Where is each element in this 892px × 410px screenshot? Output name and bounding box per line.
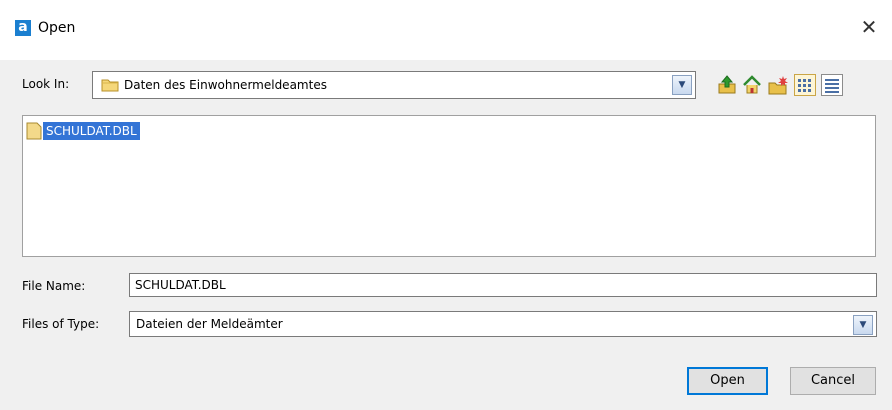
- files-of-type-dropdown[interactable]: Dateien der Meldeämter ▼: [129, 311, 877, 337]
- details-view-icon[interactable]: [821, 74, 843, 96]
- files-of-type-value: Dateien der Meldeämter: [136, 317, 283, 331]
- title-bar: a Open ✕: [0, 0, 892, 60]
- window-title: Open: [38, 20, 76, 36]
- open-button[interactable]: Open: [687, 367, 768, 395]
- up-one-level-icon[interactable]: [716, 74, 738, 96]
- chevron-down-icon[interactable]: ▼: [672, 75, 692, 95]
- file-list[interactable]: SCHULDAT.DBL: [22, 115, 876, 257]
- home-icon[interactable]: [741, 74, 763, 96]
- file-name-input[interactable]: [129, 273, 877, 297]
- files-of-type-label: Files of Type:: [22, 317, 100, 331]
- new-folder-icon[interactable]: [767, 74, 789, 96]
- chevron-down-icon[interactable]: ▼: [853, 315, 873, 335]
- file-name: SCHULDAT.DBL: [43, 122, 140, 140]
- look-in-dropdown[interactable]: Daten des Einwohnermeldeamtes ▼: [92, 71, 696, 99]
- look-in-value: Daten des Einwohnermeldeamtes: [124, 78, 327, 92]
- look-in-label: Look In:: [22, 77, 70, 91]
- file-name-label: File Name:: [22, 279, 86, 293]
- folder-icon: [101, 79, 119, 92]
- app-icon: a: [15, 20, 31, 36]
- list-view-icon[interactable]: [794, 74, 816, 96]
- file-icon: [26, 122, 42, 140]
- close-button[interactable]: ✕: [856, 15, 882, 41]
- cancel-button[interactable]: Cancel: [790, 367, 876, 395]
